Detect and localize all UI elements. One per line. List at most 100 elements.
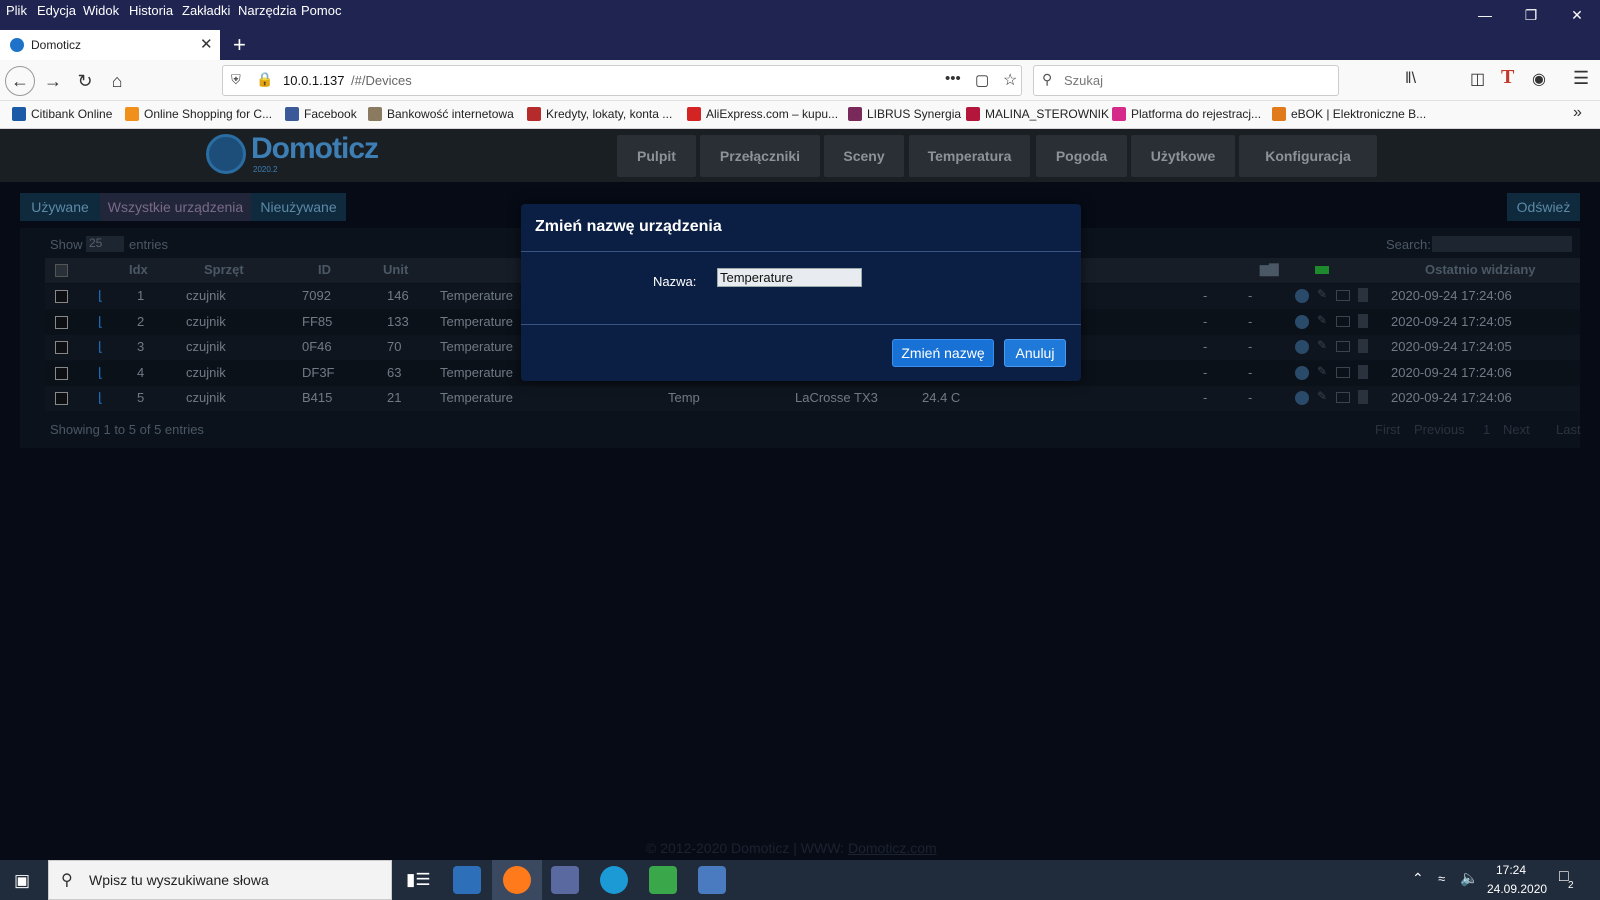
- tab-wszystkie[interactable]: Wszystkie urządzenia: [100, 193, 251, 221]
- bookmark-item[interactable]: LIBRUS Synergia: [848, 107, 961, 121]
- task-view-icon[interactable]: ▮☰: [406, 870, 431, 890]
- col-last-seen[interactable]: Ostatnio widziany: [1425, 262, 1536, 277]
- network-app-icon[interactable]: [698, 866, 726, 894]
- close-window-button[interactable]: ✕: [1554, 0, 1600, 30]
- page-size-select[interactable]: 25: [86, 236, 124, 252]
- page-last[interactable]: Last: [1556, 422, 1581, 437]
- bookmark-item[interactable]: Kredyty, lokaty, konta ...: [527, 107, 672, 121]
- taskbar-search-box[interactable]: ⚲ Wpisz tu wyszukiwane słowa: [48, 860, 392, 900]
- nav-pogoda[interactable]: Pogoda: [1036, 135, 1127, 177]
- row-checkbox[interactable]: [55, 366, 68, 380]
- close-tab-icon[interactable]: ✕: [200, 35, 213, 53]
- edit-icon[interactable]: ✎: [1317, 364, 1327, 378]
- bookmark-item[interactable]: Bankowość internetowa: [368, 107, 514, 121]
- menu-plik[interactable]: Plik: [6, 3, 27, 18]
- forward-arrow-icon[interactable]: →: [38, 66, 68, 96]
- nav-pulpit[interactable]: Pulpit: [617, 135, 696, 177]
- tab-nieuzywane[interactable]: Nieużywane: [251, 193, 346, 221]
- menu-widok[interactable]: Widok: [83, 3, 119, 18]
- account-icon[interactable]: ◉: [1532, 69, 1546, 89]
- cancel-button[interactable]: Anuluj: [1004, 339, 1066, 367]
- page-previous[interactable]: Previous: [1414, 422, 1465, 437]
- translate-extension-icon[interactable]: T: [1501, 66, 1514, 89]
- nav-konfiguracja[interactable]: Konfiguracja: [1239, 135, 1377, 177]
- taskbar-time[interactable]: 17:24: [1496, 863, 1526, 877]
- bookmark-star-icon[interactable]: ☆: [1003, 70, 1017, 90]
- minimize-button[interactable]: —: [1462, 0, 1508, 30]
- page-actions-icon[interactable]: •••: [945, 70, 961, 87]
- network-icon[interactable]: ≈: [1438, 871, 1445, 886]
- more-bookmarks-icon[interactable]: »: [1573, 104, 1582, 122]
- bookmark-item[interactable]: MALINA_STEROWNIK: [966, 107, 1109, 121]
- browser-search-field[interactable]: ⚲ Szukaj: [1033, 65, 1339, 96]
- browser-tab[interactable]: Domoticz ✕: [0, 30, 220, 60]
- col-idx[interactable]: Idx: [129, 262, 148, 277]
- row-checkbox[interactable]: [55, 392, 68, 405]
- delete-icon[interactable]: [1358, 364, 1368, 379]
- menu-narzedzia[interactable]: Narzędzia: [238, 3, 297, 18]
- library-icon[interactable]: ‖\: [1405, 70, 1416, 88]
- bookmark-item[interactable]: Facebook: [285, 107, 357, 121]
- table-row[interactable]: ⌊ 5 czujnik B415 21 Temperature Temp LaCrosse T…: [45, 386, 1580, 411]
- table-search-input[interactable]: [1432, 236, 1572, 252]
- edit-icon[interactable]: ✎: [1317, 313, 1327, 327]
- row-checkbox[interactable]: [55, 341, 68, 354]
- firefox-taskbar-button[interactable]: [492, 860, 542, 900]
- menu-edycja[interactable]: Edycja: [37, 3, 76, 18]
- menu-zakladki[interactable]: Zakładki: [182, 3, 230, 18]
- url-bar[interactable]: ⛨ 🔒 10.0.1.137 /#/Devices ••• ▢ ☆: [222, 65, 1022, 96]
- insecure-lock-icon[interactable]: 🔒: [256, 71, 273, 88]
- log-icon[interactable]: [1295, 289, 1309, 303]
- back-arrow-icon[interactable]: ←: [5, 66, 35, 96]
- nav-przelaczniki[interactable]: Przełączniki: [700, 135, 820, 177]
- delete-icon[interactable]: [1358, 339, 1368, 353]
- hamburger-menu-icon[interactable]: ☰: [1573, 68, 1589, 89]
- edge-icon[interactable]: [600, 866, 628, 894]
- device-name-input[interactable]: [717, 268, 862, 287]
- sidebar-icon[interactable]: ◫: [1470, 69, 1485, 89]
- col-unit[interactable]: Unit: [383, 262, 408, 277]
- notification-icon[interactable]: [1336, 392, 1350, 403]
- page-next[interactable]: Next: [1503, 422, 1530, 437]
- taskbar-date[interactable]: 24.09.2020: [1487, 882, 1547, 896]
- notification-icon[interactable]: [1336, 366, 1350, 378]
- rename-button[interactable]: Zmień nazwę: [892, 339, 994, 367]
- home-icon[interactable]: ⌂: [102, 66, 132, 96]
- bookmark-item[interactable]: Platforma do rejestracj...: [1112, 107, 1261, 121]
- log-icon[interactable]: [1295, 314, 1309, 329]
- shield-icon[interactable]: ⛨: [231, 72, 241, 88]
- reload-icon[interactable]: ↻: [70, 66, 100, 96]
- notification-icon[interactable]: [1336, 341, 1350, 352]
- col-id[interactable]: ID: [318, 262, 331, 277]
- footer-link[interactable]: Domoticz.com: [848, 840, 937, 856]
- signal-level-icon[interactable]: ▆▇: [1260, 262, 1278, 276]
- tray-expand-icon[interactable]: ⌃: [1412, 870, 1424, 887]
- nav-sceny[interactable]: Sceny: [824, 135, 904, 177]
- bookmark-item[interactable]: Online Shopping for C...: [125, 107, 272, 121]
- restore-button[interactable]: ❐: [1508, 0, 1554, 30]
- volume-icon[interactable]: 🔈: [1460, 869, 1479, 887]
- nav-temperatura[interactable]: Temperatura: [909, 135, 1030, 177]
- row-checkbox[interactable]: [55, 290, 68, 303]
- row-checkbox[interactable]: [55, 315, 68, 329]
- edit-icon[interactable]: ✎: [1317, 338, 1327, 352]
- log-icon[interactable]: [1295, 391, 1309, 405]
- menu-pomoc[interactable]: Pomoc: [301, 3, 341, 18]
- nav-uzytkowe[interactable]: Użytkowe: [1131, 135, 1235, 177]
- bookmark-item[interactable]: AliExpress.com – kupu...: [687, 107, 838, 121]
- menu-historia[interactable]: Historia: [129, 3, 173, 18]
- delete-icon[interactable]: [1358, 390, 1368, 404]
- tab-uzywane[interactable]: Używane: [20, 193, 100, 221]
- notification-icon[interactable]: [1336, 290, 1350, 301]
- delete-icon[interactable]: [1358, 288, 1368, 302]
- log-icon[interactable]: [1295, 365, 1309, 380]
- edit-icon[interactable]: ✎: [1317, 287, 1327, 301]
- battery-icon[interactable]: [1315, 266, 1329, 274]
- page-first[interactable]: First: [1375, 422, 1400, 437]
- new-tab-button[interactable]: +: [233, 32, 246, 58]
- windows-start-icon[interactable]: ▣: [14, 871, 30, 891]
- bookmark-item[interactable]: Citibank Online: [12, 107, 112, 121]
- bookmark-item[interactable]: eBOK | Elektroniczne B...: [1272, 107, 1426, 121]
- log-icon[interactable]: [1295, 340, 1309, 354]
- refresh-button[interactable]: Odśwież: [1507, 193, 1580, 221]
